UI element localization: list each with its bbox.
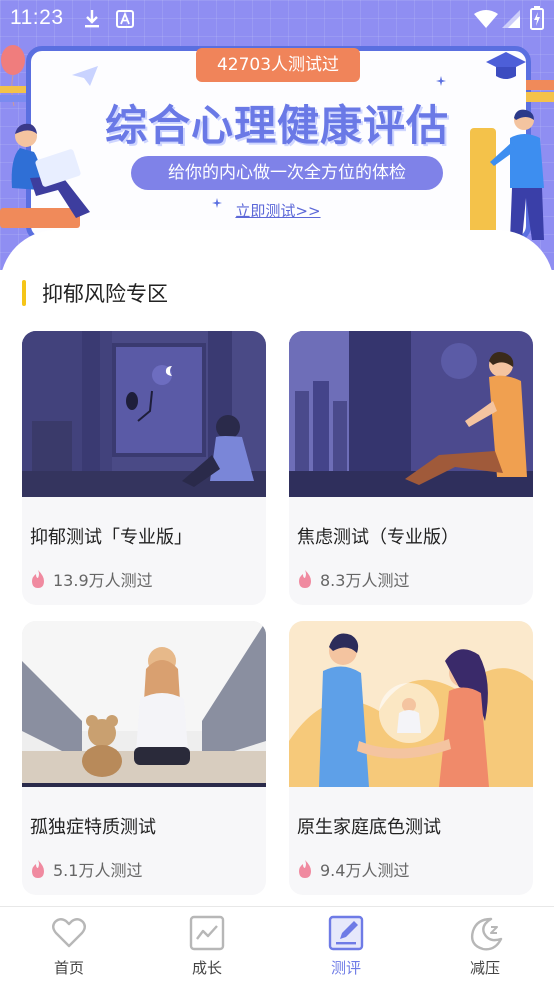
status-time: 11:23 — [10, 6, 64, 29]
test-card-family[interactable]: 原生家庭底色测试 9.4万人测过 — [289, 621, 533, 895]
card-title: 焦虑测试（专业版） — [297, 527, 459, 548]
nav-item-assessment[interactable]: 测评 — [277, 907, 415, 984]
banner-subtitle: 给你的内心做一次全方位的体检 — [131, 156, 443, 190]
download-icon — [85, 10, 99, 28]
nav-item-home[interactable]: 首页 — [0, 907, 138, 984]
card-image-girl-with-bear — [22, 621, 266, 787]
card-image-boy-at-window — [22, 331, 266, 497]
bottom-nav: 首页 成长 测评 减压 — [0, 906, 554, 984]
card-test-count: 5.1万人测过 — [53, 861, 143, 880]
card-test-count: 8.3万人测过 — [320, 571, 410, 590]
start-test-link[interactable]: 立即测试>> — [226, 200, 330, 221]
sparkle-icon — [212, 198, 222, 208]
card-test-count: 9.4万人测过 — [320, 861, 410, 880]
nav-label: 减压 — [469, 959, 500, 977]
card-title: 孤独症特质测试 — [30, 817, 156, 838]
banner-title: 综合心理健康评估 — [104, 101, 449, 150]
status-bar: 11:23 — [0, 0, 554, 38]
heart-icon — [52, 918, 86, 948]
nav-label: 成长 — [191, 959, 222, 977]
chart-icon — [189, 915, 225, 951]
card-meta: 13.9万人测过 — [30, 567, 153, 591]
test-card-depression[interactable]: 抑郁测试「专业版」 13.9万人测过 — [22, 331, 266, 605]
nav-item-relax[interactable]: 减压 — [416, 907, 554, 984]
a-icon — [116, 10, 134, 28]
moon-icon — [470, 917, 503, 951]
sparkle-icon — [436, 76, 446, 86]
card-title: 原生家庭底色测试 — [297, 817, 441, 838]
paper-plane-icon — [72, 66, 98, 86]
standing-person-illustration — [470, 109, 544, 240]
nav-item-growth[interactable]: 成长 — [138, 907, 276, 984]
test-count-badge: 42703人测试过 — [196, 48, 360, 82]
section-title: 抑郁风险专区 — [42, 282, 168, 306]
section-accent-bar — [22, 280, 26, 306]
test-card-autism[interactable]: 孤独症特质测试 5.1万人测过 — [22, 621, 266, 895]
flame-icon — [32, 570, 44, 588]
signal-icon — [502, 10, 520, 28]
card-image-family-couple — [289, 621, 533, 787]
test-card-anxiety[interactable]: 焦虑测试（专业版） 8.3万人测过 — [289, 331, 533, 605]
nav-label: 首页 — [53, 959, 84, 977]
flame-icon — [299, 860, 311, 878]
battery-icon — [530, 6, 544, 30]
wifi-icon — [474, 10, 498, 28]
card-meta: 5.1万人测过 — [30, 857, 142, 881]
flame-icon — [299, 570, 311, 588]
card-test-count: 13.9万人测过 — [53, 571, 153, 590]
graduation-cap-icon — [486, 52, 526, 79]
nav-label: 测评 — [330, 959, 361, 977]
card-image-sitting-man — [289, 331, 533, 497]
card-title: 抑郁测试「专业版」 — [30, 527, 192, 548]
card-meta: 8.3万人测过 — [297, 567, 409, 591]
edit-icon — [328, 915, 364, 951]
card-meta: 9.4万人测过 — [297, 857, 409, 881]
flame-icon — [32, 860, 44, 878]
